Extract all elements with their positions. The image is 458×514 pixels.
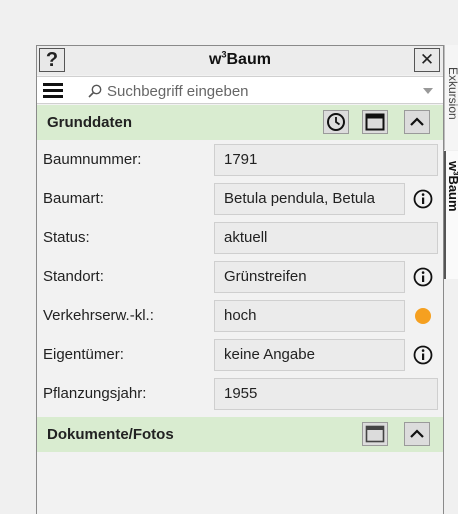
clock-icon — [327, 113, 345, 131]
baum-panel: ? w3Baum ✕ Grunddaten — [36, 45, 444, 514]
field-label: Baumnummer: — [43, 151, 142, 168]
menu-icon[interactable] — [43, 83, 63, 99]
field-value: Grünstreifen — [214, 261, 405, 293]
panel-title: w3Baum — [37, 50, 443, 69]
tab-exkursion-label: Exkursion — [446, 67, 458, 120]
panel-title-main: w — [209, 51, 222, 68]
field-label: Status: — [43, 229, 90, 246]
row-standort: Standort: Grünstreifen — [37, 258, 443, 296]
chevron-up-icon — [410, 429, 424, 438]
field-value: 1955 — [214, 378, 438, 410]
search-bar — [37, 76, 443, 104]
field-value: keine Angabe — [214, 339, 405, 371]
grunddaten-title: Grunddaten — [47, 114, 132, 131]
search-input[interactable] — [87, 80, 407, 102]
window-icon — [365, 425, 385, 443]
window-button[interactable] — [362, 110, 388, 134]
row-pflanzungsjahr: Pflanzungsjahr: 1955 — [37, 375, 443, 413]
collapse-button[interactable] — [404, 110, 430, 134]
field-value: aktuell — [214, 222, 438, 254]
grunddaten-header: Grunddaten — [37, 105, 443, 140]
dokumente-header: Dokumente/Fotos — [37, 417, 443, 452]
row-status: Status: aktuell — [37, 219, 443, 257]
history-button[interactable] — [323, 110, 349, 134]
field-label: Pflanzungsjahr: — [43, 385, 147, 402]
row-baumart: Baumart: Betula pendula, Betula — [37, 180, 443, 218]
close-icon: ✕ — [419, 50, 435, 69]
field-label: Verkehrserw.-kl.: — [43, 307, 154, 324]
window-icon — [365, 113, 385, 131]
close-button[interactable]: ✕ — [414, 48, 440, 72]
tab-exkursion[interactable]: Exkursion — [444, 45, 458, 150]
info-icon[interactable] — [413, 189, 433, 209]
row-baumnummer: Baumnummer: 1791 — [37, 141, 443, 179]
row-eigentuemer: Eigentümer: keine Angabe — [37, 336, 443, 374]
panel-title-rest: Baum — [226, 51, 271, 68]
dokumente-title: Dokumente/Fotos — [47, 426, 174, 443]
info-icon[interactable] — [413, 267, 433, 287]
collapse-button[interactable] — [404, 422, 430, 446]
field-value: Betula pendula, Betula — [214, 183, 405, 215]
info-icon[interactable] — [413, 345, 433, 365]
field-label: Baumart: — [43, 190, 104, 207]
dropdown-arrow-icon[interactable] — [423, 88, 433, 94]
window-button[interactable] — [362, 422, 388, 446]
chevron-up-icon — [410, 117, 424, 126]
tab-w3baum[interactable]: w³Baum — [444, 151, 458, 279]
status-dot-icon — [415, 308, 431, 324]
field-value: hoch — [214, 300, 405, 332]
field-label: Standort: — [43, 268, 104, 285]
title-bar: ? w3Baum ✕ — [37, 46, 443, 75]
tab-w3baum-label: w³Baum — [446, 161, 458, 212]
field-value: 1791 — [214, 144, 438, 176]
row-verkehrserw: Verkehrserw.-kl.: hoch — [37, 297, 443, 335]
side-tab-strip: Exkursion w³Baum — [444, 45, 458, 514]
field-label: Eigentümer: — [43, 346, 124, 363]
